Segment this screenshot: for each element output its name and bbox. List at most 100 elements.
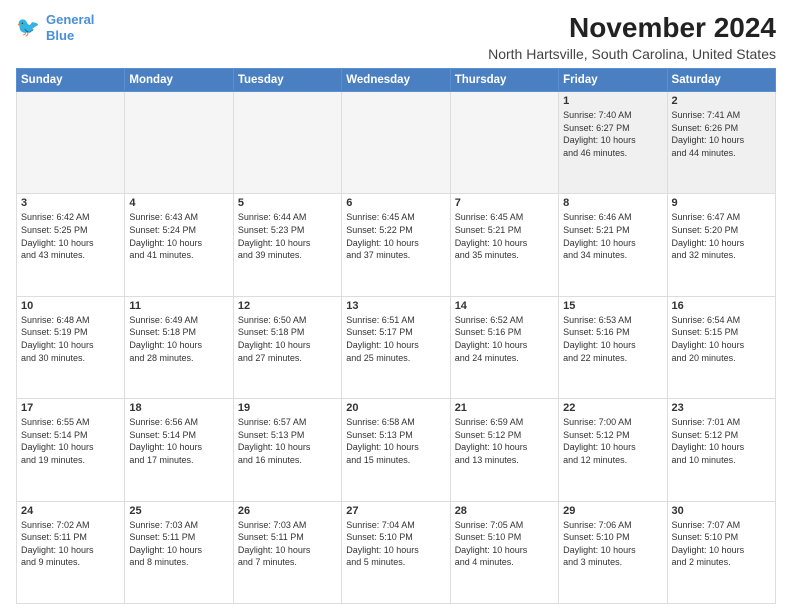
- day-info: Sunrise: 7:04 AM Sunset: 5:10 PM Dayligh…: [346, 519, 445, 569]
- calendar-cell: 27Sunrise: 7:04 AM Sunset: 5:10 PM Dayli…: [342, 501, 450, 603]
- calendar-cell: 18 Sunrise: 6:56 AM Sunset: 5:14 PM Dayli…: [125, 399, 233, 501]
- calendar-cell: 4 Sunrise: 6:43 AM Sunset: 5:24 PM Daylig…: [125, 194, 233, 296]
- calendar-cell: [342, 92, 450, 194]
- location: North Hartsville, South Carolina, United…: [488, 46, 776, 62]
- calendar-cell: [125, 92, 233, 194]
- calendar-cell: 29Sunrise: 7:06 AM Sunset: 5:10 PM Dayli…: [559, 501, 667, 603]
- calendar-week-row: 3Sunrise: 6:42 AM Sunset: 5:25 PM Daylig…: [17, 194, 776, 296]
- calendar-cell: 24 Sunrise: 7:02 AM Sunset: 5:11 PM Dayli…: [17, 501, 125, 603]
- calendar-cell: 30Sunrise: 7:07 AM Sunset: 5:10 PM Dayli…: [667, 501, 775, 603]
- calendar-cell: 25Sunrise: 7:03 AM Sunset: 5:11 PM Dayli…: [125, 501, 233, 603]
- calendar-cell: 5 Sunrise: 6:44 AM Sunset: 5:23 PM Daylig…: [233, 194, 341, 296]
- day-info: Sunrise: 6:59 AM Sunset: 5:12 PM Dayligh…: [455, 416, 554, 466]
- calendar-cell: 21 Sunrise: 6:59 AM Sunset: 5:12 PM Dayli…: [450, 399, 558, 501]
- calendar-week-row: 10 Sunrise: 6:48 AM Sunset: 5:19 PM Dayli…: [17, 296, 776, 398]
- day-number: 5: [238, 197, 337, 209]
- calendar-cell: 11 Sunrise: 6:49 AM Sunset: 5:18 PM Dayli…: [125, 296, 233, 398]
- calendar-cell: [233, 92, 341, 194]
- calendar-cell: 8Sunrise: 6:46 AM Sunset: 5:21 PM Daylig…: [559, 194, 667, 296]
- day-number: 7: [455, 197, 554, 209]
- calendar-cell: 7 Sunrise: 6:45 AM Sunset: 5:21 PM Daylig…: [450, 194, 558, 296]
- day-info: Sunrise: 7:02 AM Sunset: 5:11 PM Dayligh…: [21, 519, 120, 569]
- day-number: 10: [21, 300, 120, 312]
- day-info: Sunrise: 6:51 AM Sunset: 5:17 PM Dayligh…: [346, 314, 445, 364]
- header: 🐦 General Blue November 2024 North Harts…: [16, 12, 776, 62]
- logo: 🐦 General Blue: [16, 12, 94, 43]
- calendar-cell: [17, 92, 125, 194]
- day-number: 28: [455, 505, 554, 517]
- svg-text:🐦: 🐦: [16, 17, 40, 38]
- day-info: Sunrise: 7:40 AM Sunset: 6:27 PM Dayligh…: [563, 109, 662, 159]
- title-block: November 2024 North Hartsville, South Ca…: [488, 12, 776, 62]
- day-number: 21: [455, 402, 554, 414]
- day-number: 12: [238, 300, 337, 312]
- col-monday: Monday: [125, 69, 233, 92]
- day-number: 17: [21, 402, 120, 414]
- day-number: 4: [129, 197, 228, 209]
- day-number: 6: [346, 197, 445, 209]
- day-info: Sunrise: 6:49 AM Sunset: 5:18 PM Dayligh…: [129, 314, 228, 364]
- calendar-cell: 19Sunrise: 6:57 AM Sunset: 5:13 PM Dayli…: [233, 399, 341, 501]
- calendar-cell: 20 Sunrise: 6:58 AM Sunset: 5:13 PM Dayli…: [342, 399, 450, 501]
- calendar-cell: 28 Sunrise: 7:05 AM Sunset: 5:10 PM Dayli…: [450, 501, 558, 603]
- calendar-cell: 3Sunrise: 6:42 AM Sunset: 5:25 PM Daylig…: [17, 194, 125, 296]
- day-number: 1: [563, 95, 662, 107]
- col-thursday: Thursday: [450, 69, 558, 92]
- calendar-cell: 13 Sunrise: 6:51 AM Sunset: 5:17 PM Dayli…: [342, 296, 450, 398]
- logo-icon: 🐦: [16, 14, 44, 42]
- page: 🐦 General Blue November 2024 North Harts…: [0, 0, 792, 612]
- calendar-cell: 26Sunrise: 7:03 AM Sunset: 5:11 PM Dayli…: [233, 501, 341, 603]
- month-year: November 2024: [488, 12, 776, 44]
- day-info: Sunrise: 7:01 AM Sunset: 5:12 PM Dayligh…: [672, 416, 771, 466]
- calendar-cell: 6Sunrise: 6:45 AM Sunset: 5:22 PM Daylig…: [342, 194, 450, 296]
- day-number: 14: [455, 300, 554, 312]
- day-number: 11: [129, 300, 228, 312]
- calendar-cell: 16Sunrise: 6:54 AM Sunset: 5:15 PM Dayli…: [667, 296, 775, 398]
- calendar-cell: 22Sunrise: 7:00 AM Sunset: 5:12 PM Dayli…: [559, 399, 667, 501]
- calendar-table: Sunday Monday Tuesday Wednesday Thursday…: [16, 68, 776, 604]
- col-wednesday: Wednesday: [342, 69, 450, 92]
- day-info: Sunrise: 7:06 AM Sunset: 5:10 PM Dayligh…: [563, 519, 662, 569]
- calendar-cell: [450, 92, 558, 194]
- day-info: Sunrise: 6:55 AM Sunset: 5:14 PM Dayligh…: [21, 416, 120, 466]
- day-info: Sunrise: 7:05 AM Sunset: 5:10 PM Dayligh…: [455, 519, 554, 569]
- day-info: Sunrise: 6:44 AM Sunset: 5:23 PM Dayligh…: [238, 211, 337, 261]
- day-info: Sunrise: 7:00 AM Sunset: 5:12 PM Dayligh…: [563, 416, 662, 466]
- day-number: 18: [129, 402, 228, 414]
- calendar-week-row: 24 Sunrise: 7:02 AM Sunset: 5:11 PM Dayli…: [17, 501, 776, 603]
- calendar-body: 1 Sunrise: 7:40 AM Sunset: 6:27 PM Daylig…: [17, 92, 776, 604]
- calendar-cell: 15 Sunrise: 6:53 AM Sunset: 5:16 PM Dayli…: [559, 296, 667, 398]
- day-number: 9: [672, 197, 771, 209]
- day-number: 13: [346, 300, 445, 312]
- calendar-cell: 17 Sunrise: 6:55 AM Sunset: 5:14 PM Dayli…: [17, 399, 125, 501]
- day-info: Sunrise: 7:03 AM Sunset: 5:11 PM Dayligh…: [129, 519, 228, 569]
- day-info: Sunrise: 6:45 AM Sunset: 5:21 PM Dayligh…: [455, 211, 554, 261]
- day-info: Sunrise: 6:43 AM Sunset: 5:24 PM Dayligh…: [129, 211, 228, 261]
- day-info: Sunrise: 6:48 AM Sunset: 5:19 PM Dayligh…: [21, 314, 120, 364]
- day-number: 15: [563, 300, 662, 312]
- calendar-cell: 12 Sunrise: 6:50 AM Sunset: 5:18 PM Dayli…: [233, 296, 341, 398]
- day-info: Sunrise: 6:52 AM Sunset: 5:16 PM Dayligh…: [455, 314, 554, 364]
- day-number: 30: [672, 505, 771, 517]
- col-saturday: Saturday: [667, 69, 775, 92]
- day-number: 24: [21, 505, 120, 517]
- calendar-week-row: 1 Sunrise: 7:40 AM Sunset: 6:27 PM Daylig…: [17, 92, 776, 194]
- day-info: Sunrise: 7:41 AM Sunset: 6:26 PM Dayligh…: [672, 109, 771, 159]
- col-tuesday: Tuesday: [233, 69, 341, 92]
- calendar-cell: 1 Sunrise: 7:40 AM Sunset: 6:27 PM Daylig…: [559, 92, 667, 194]
- col-sunday: Sunday: [17, 69, 125, 92]
- day-info: Sunrise: 6:56 AM Sunset: 5:14 PM Dayligh…: [129, 416, 228, 466]
- calendar-header: Sunday Monday Tuesday Wednesday Thursday…: [17, 69, 776, 92]
- day-info: Sunrise: 6:50 AM Sunset: 5:18 PM Dayligh…: [238, 314, 337, 364]
- calendar-week-row: 17 Sunrise: 6:55 AM Sunset: 5:14 PM Dayli…: [17, 399, 776, 501]
- day-info: Sunrise: 6:53 AM Sunset: 5:16 PM Dayligh…: [563, 314, 662, 364]
- calendar-cell: 9Sunrise: 6:47 AM Sunset: 5:20 PM Daylig…: [667, 194, 775, 296]
- day-number: 26: [238, 505, 337, 517]
- day-number: 20: [346, 402, 445, 414]
- calendar-cell: 10 Sunrise: 6:48 AM Sunset: 5:19 PM Dayli…: [17, 296, 125, 398]
- day-number: 16: [672, 300, 771, 312]
- header-row: Sunday Monday Tuesday Wednesday Thursday…: [17, 69, 776, 92]
- calendar-cell: 14 Sunrise: 6:52 AM Sunset: 5:16 PM Dayli…: [450, 296, 558, 398]
- day-info: Sunrise: 6:58 AM Sunset: 5:13 PM Dayligh…: [346, 416, 445, 466]
- day-number: 2: [672, 95, 771, 107]
